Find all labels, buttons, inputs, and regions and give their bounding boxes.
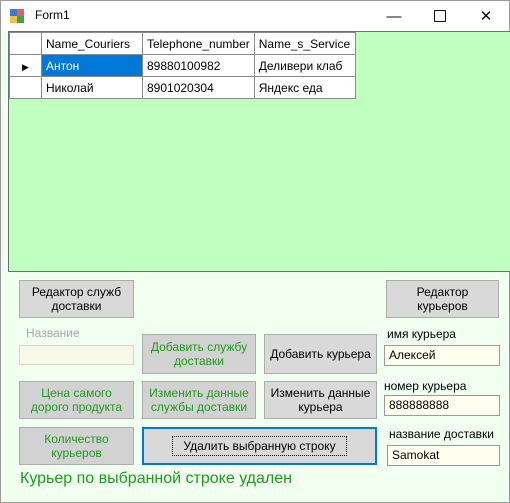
max-price-button[interactable]: Цена самого дорого продукта (19, 381, 134, 419)
courier-name-input[interactable]: Алексей (384, 345, 500, 366)
maximize-button[interactable] (417, 1, 463, 31)
couriers-datagrid[interactable]: Name_Couriers Telephone_number Name_s_Se… (8, 31, 510, 272)
close-icon: ✕ (479, 8, 493, 25)
column-header-name-couriers[interactable]: Name_Couriers (41, 32, 143, 55)
table-cell[interactable]: Антон (41, 54, 143, 77)
delivery-name-input[interactable]: Samokat (387, 445, 500, 466)
delete-row-label: Удалить выбранную строку (172, 436, 347, 456)
edit-service-button[interactable]: Изменить данные службы доставки (142, 381, 256, 419)
name-input[interactable] (19, 345, 134, 365)
add-service-button[interactable]: Добавить службу доставки (142, 334, 256, 374)
title-bar[interactable]: Form1 — ✕ (1, 1, 509, 31)
couriers-count-button[interactable]: Количество курьеров (19, 427, 134, 465)
courier-editor-button[interactable]: Редактор курьеров (386, 280, 499, 318)
minimize-icon: — (386, 7, 402, 25)
status-message: Курьер по выбранной строке удален (20, 470, 292, 487)
courier-name-label: имя курьера (387, 327, 456, 341)
edit-courier-button[interactable]: Изменить данные курьера (264, 381, 377, 419)
window-title: Form1 (35, 8, 70, 22)
close-button[interactable]: ✕ (463, 1, 509, 31)
maximize-icon (434, 10, 446, 22)
app-icon (10, 9, 24, 23)
add-courier-button[interactable]: Добавить курьера (264, 334, 377, 374)
delete-row-button[interactable]: Удалить выбранную строку (142, 427, 377, 465)
table-cell[interactable]: 8901020304 (142, 76, 255, 99)
table-cell[interactable]: Николай (41, 76, 143, 99)
table-cell[interactable]: Деливери клаб (253, 54, 356, 77)
corner-header (9, 32, 42, 55)
table-row[interactable]: ▶ Антон 89880100982 Деливери клаб (9, 54, 356, 77)
service-editor-button[interactable]: Редактор служб доставки (19, 280, 134, 318)
table-cell[interactable]: Яндекс еда (253, 76, 356, 99)
column-header-service[interactable]: Name_s_Service (253, 32, 356, 55)
row-header-current[interactable]: ▶ (9, 54, 42, 77)
header-row: Name_Couriers Telephone_number Name_s_Se… (9, 32, 356, 55)
courier-number-label: номер курьера (384, 379, 467, 393)
table-row[interactable]: Николай 8901020304 Яндекс еда (9, 76, 356, 99)
delivery-name-label: название доставки (389, 427, 494, 441)
table-cell[interactable]: 89880100982 (142, 54, 255, 77)
column-header-telephone[interactable]: Telephone_number (142, 32, 255, 55)
current-row-arrow-icon: ▶ (22, 61, 29, 72)
row-header[interactable] (9, 76, 42, 99)
name-label: Название (26, 326, 80, 340)
main-window: Form1 — ✕ Name_Couriers Telephone_number… (0, 0, 510, 503)
couriers-table: Name_Couriers Telephone_number Name_s_Se… (9, 32, 356, 99)
minimize-button[interactable]: — (371, 1, 417, 31)
courier-number-input[interactable]: 888888888 (384, 395, 500, 416)
